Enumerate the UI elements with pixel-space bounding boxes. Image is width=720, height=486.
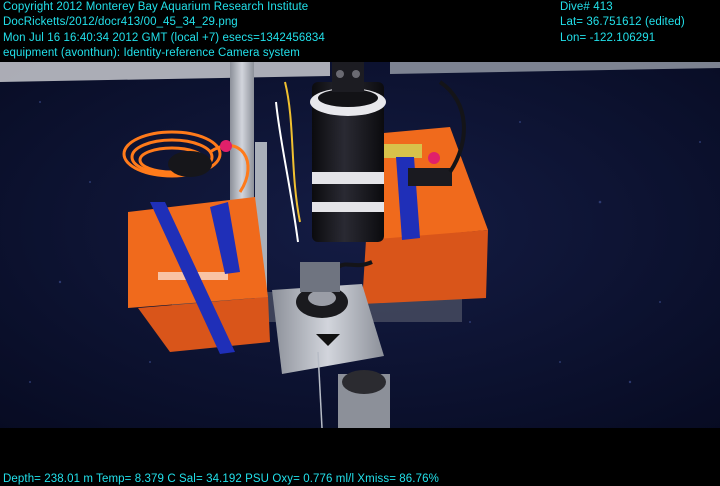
datetime-text: Mon Jul 16 16:40:34 2012 GMT (local +7) … bbox=[3, 32, 325, 44]
cable-connector bbox=[168, 151, 212, 177]
camera-band-1 bbox=[312, 172, 384, 184]
mount-bracket bbox=[300, 262, 340, 292]
pink-connector-right bbox=[428, 152, 440, 164]
pink-connector bbox=[220, 140, 232, 152]
latitude-text: Lat= 36.751612 (edited) bbox=[560, 16, 685, 28]
right-box-label bbox=[384, 144, 422, 158]
filename-text: DocRicketts/2012/docr413/00_45_34_29.png bbox=[3, 16, 238, 28]
camera-band-2 bbox=[312, 202, 384, 212]
bottom-post-cap bbox=[342, 370, 386, 394]
longitude-text: Lon= -122.106291 bbox=[560, 32, 656, 44]
dive-number: Dive# 413 bbox=[560, 1, 613, 13]
underwater-scene bbox=[0, 62, 720, 428]
copyright-text: Copyright 2012 Monterey Bay Aquarium Res… bbox=[3, 1, 309, 13]
equipment-text: equipment (avonthun): Identity-reference… bbox=[3, 47, 300, 59]
camera-connector bbox=[332, 62, 364, 92]
right-connector-block bbox=[408, 168, 452, 186]
telemetry-text: Depth= 238.01 m Temp= 8.379 C Sal= 34.19… bbox=[3, 473, 439, 485]
scene-graphic bbox=[0, 62, 720, 428]
